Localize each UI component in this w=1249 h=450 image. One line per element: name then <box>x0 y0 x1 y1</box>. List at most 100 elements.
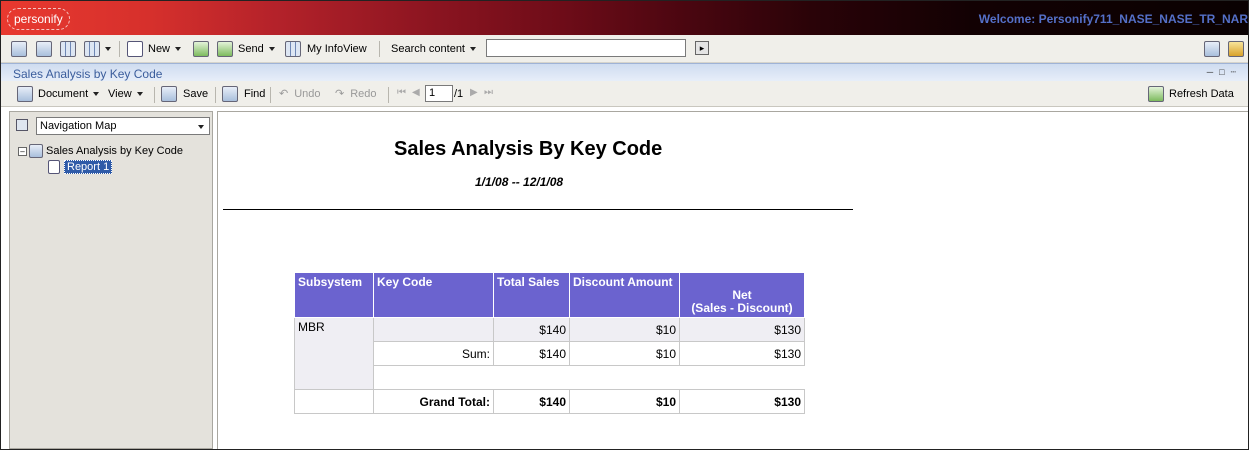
refresh-data-icon <box>1148 86 1164 102</box>
grand-total-net: $130 <box>679 389 805 414</box>
chevron-down-icon <box>470 47 476 51</box>
divider <box>223 209 853 210</box>
key-code-cell <box>373 317 494 342</box>
sum-net: $130 <box>679 341 805 366</box>
navigation-panel: Navigation Map – Sales Analysis by Key C… <box>9 111 213 449</box>
binoculars-icon <box>222 86 238 102</box>
report-date-range: 1/1/08 -- 12/1/08 <box>475 175 564 189</box>
tree-item-label: Report 1 <box>64 160 113 174</box>
lock-icon[interactable] <box>1228 40 1244 58</box>
net-cell: $130 <box>679 317 805 342</box>
new-menu[interactable]: New <box>127 40 182 58</box>
search-go-button[interactable]: ▸ <box>695 41 709 55</box>
table-header-row: Subsystem Key Code Total Sales Discount … <box>294 272 805 318</box>
undo-label: Undo <box>294 88 321 100</box>
view-label: View <box>108 88 132 100</box>
prev-page-icon[interactable]: ◀ <box>412 87 420 98</box>
find-button[interactable]: Find <box>222 85 265 103</box>
tree-root[interactable]: – Sales Analysis by Key Code <box>18 144 183 158</box>
chevron-down-icon <box>268 47 275 51</box>
search-label: Search content <box>391 43 465 55</box>
grand-total-label: Grand Total: <box>373 389 494 414</box>
discount-cell: $10 <box>569 317 680 342</box>
document-label: Document <box>38 88 89 100</box>
app-window: personify Welcome: Personify711_NASE_NAS… <box>0 0 1249 450</box>
document-icon <box>17 86 33 102</box>
send-label: Send <box>238 43 264 55</box>
subsystem-cell: MBR <box>294 317 374 390</box>
report-canvas: Sales Analysis By Key Code 1/1/08 -- 12/… <box>217 111 1248 449</box>
sum-total-sales: $140 <box>493 341 570 366</box>
col-total-sales: Total Sales <box>493 272 570 318</box>
save-button[interactable]: Save <box>161 85 208 103</box>
total-sales-cell: $140 <box>493 317 570 342</box>
grand-total-sales: $140 <box>493 389 570 414</box>
redo-label: Redo <box>350 88 377 100</box>
refresh-data-label: Refresh Data <box>1169 88 1234 100</box>
page-total: /1 <box>454 88 464 100</box>
report-document-icon <box>29 144 43 158</box>
redo-icon: ↷ <box>335 88 345 100</box>
page-number-input[interactable]: 1 <box>425 85 453 102</box>
window-controls[interactable]: ─□┄ <box>1207 67 1242 78</box>
search-scope-menu[interactable]: Search content <box>391 40 476 58</box>
main-toolbar: New Send My InfoView Search content ▸ <box>1 35 1248 63</box>
col-net: Net (Sales - Discount) <box>679 272 805 318</box>
chevron-down-icon <box>93 92 100 96</box>
new-document-icon <box>127 41 143 57</box>
infoview-icon <box>285 41 301 57</box>
view-menu[interactable]: View <box>108 85 143 103</box>
my-infoview-button[interactable]: My InfoView <box>285 40 367 58</box>
send-menu[interactable]: Send <box>217 40 275 58</box>
col-subsystem: Subsystem <box>294 272 374 318</box>
last-page-icon[interactable]: ⏭ <box>484 87 493 98</box>
find-label: Find <box>244 88 266 100</box>
page-icon <box>48 160 60 174</box>
document-titlebar: Sales Analysis by Key Code ─□┄ <box>1 63 1248 81</box>
inbox-icon[interactable] <box>36 40 52 58</box>
document-toolbar: Document View Save Find ↶ Undo ↷ Redo ⏮ … <box>1 81 1248 107</box>
new-label: New <box>148 43 171 55</box>
top-banner: personify Welcome: Personify711_NASE_NAS… <box>1 1 1248 35</box>
search-input[interactable] <box>486 39 686 57</box>
grand-total-discount: $10 <box>569 389 680 414</box>
collapse-panel-icon[interactable] <box>16 119 28 131</box>
save-label: Save <box>183 88 209 100</box>
personify-logo: personify <box>7 8 70 30</box>
sales-table: Subsystem Key Code Total Sales Discount … <box>294 272 805 414</box>
tree-item-report-1[interactable]: Report 1 <box>48 160 113 174</box>
chevron-down-icon <box>198 125 204 129</box>
document-title: Sales Analysis by Key Code <box>13 67 163 81</box>
chevron-down-icon <box>175 47 182 51</box>
undo-icon: ↶ <box>279 88 289 100</box>
navigation-map-select[interactable]: Navigation Map <box>36 117 210 135</box>
send-icon <box>217 41 233 57</box>
collapse-icon[interactable]: – <box>18 146 27 156</box>
undo-button[interactable]: ↶ Undo <box>279 85 321 103</box>
navigation-map-value: Navigation Map <box>40 120 117 132</box>
welcome-text: Welcome: Personify711_NASE_NASE_TR_NAR <box>978 12 1248 26</box>
my-infoview-label: My InfoView <box>307 43 367 55</box>
col-key-code: Key Code <box>373 272 494 318</box>
document-menu[interactable]: Document <box>17 85 100 103</box>
spacer-cell <box>373 365 805 390</box>
refresh-icon[interactable] <box>193 40 209 58</box>
redo-button[interactable]: ↷ Redo <box>335 85 377 103</box>
table-row: MBR $140 $10 $130 <box>294 317 805 390</box>
preferences-icon[interactable] <box>1204 40 1220 58</box>
col-discount-amount: Discount Amount <box>569 272 680 318</box>
sum-discount: $10 <box>569 341 680 366</box>
col-net-sublabel: (Sales - Discount) <box>691 301 793 315</box>
first-page-icon[interactable]: ⏮ <box>397 87 406 98</box>
grand-total-blank <box>294 389 374 414</box>
sum-label: Sum: <box>373 341 494 366</box>
report-title: Sales Analysis By Key Code <box>394 138 663 160</box>
save-icon <box>161 86 177 102</box>
chevron-down-icon <box>105 47 111 51</box>
grand-total-row: Grand Total: $140 $10 $130 <box>294 389 805 414</box>
home-icon[interactable] <box>11 40 27 58</box>
refresh-data-button[interactable]: Refresh Data <box>1148 85 1234 103</box>
panel-icon[interactable] <box>60 40 76 58</box>
next-page-icon[interactable]: ▶ <box>470 87 478 98</box>
layout-menu[interactable] <box>84 40 111 58</box>
